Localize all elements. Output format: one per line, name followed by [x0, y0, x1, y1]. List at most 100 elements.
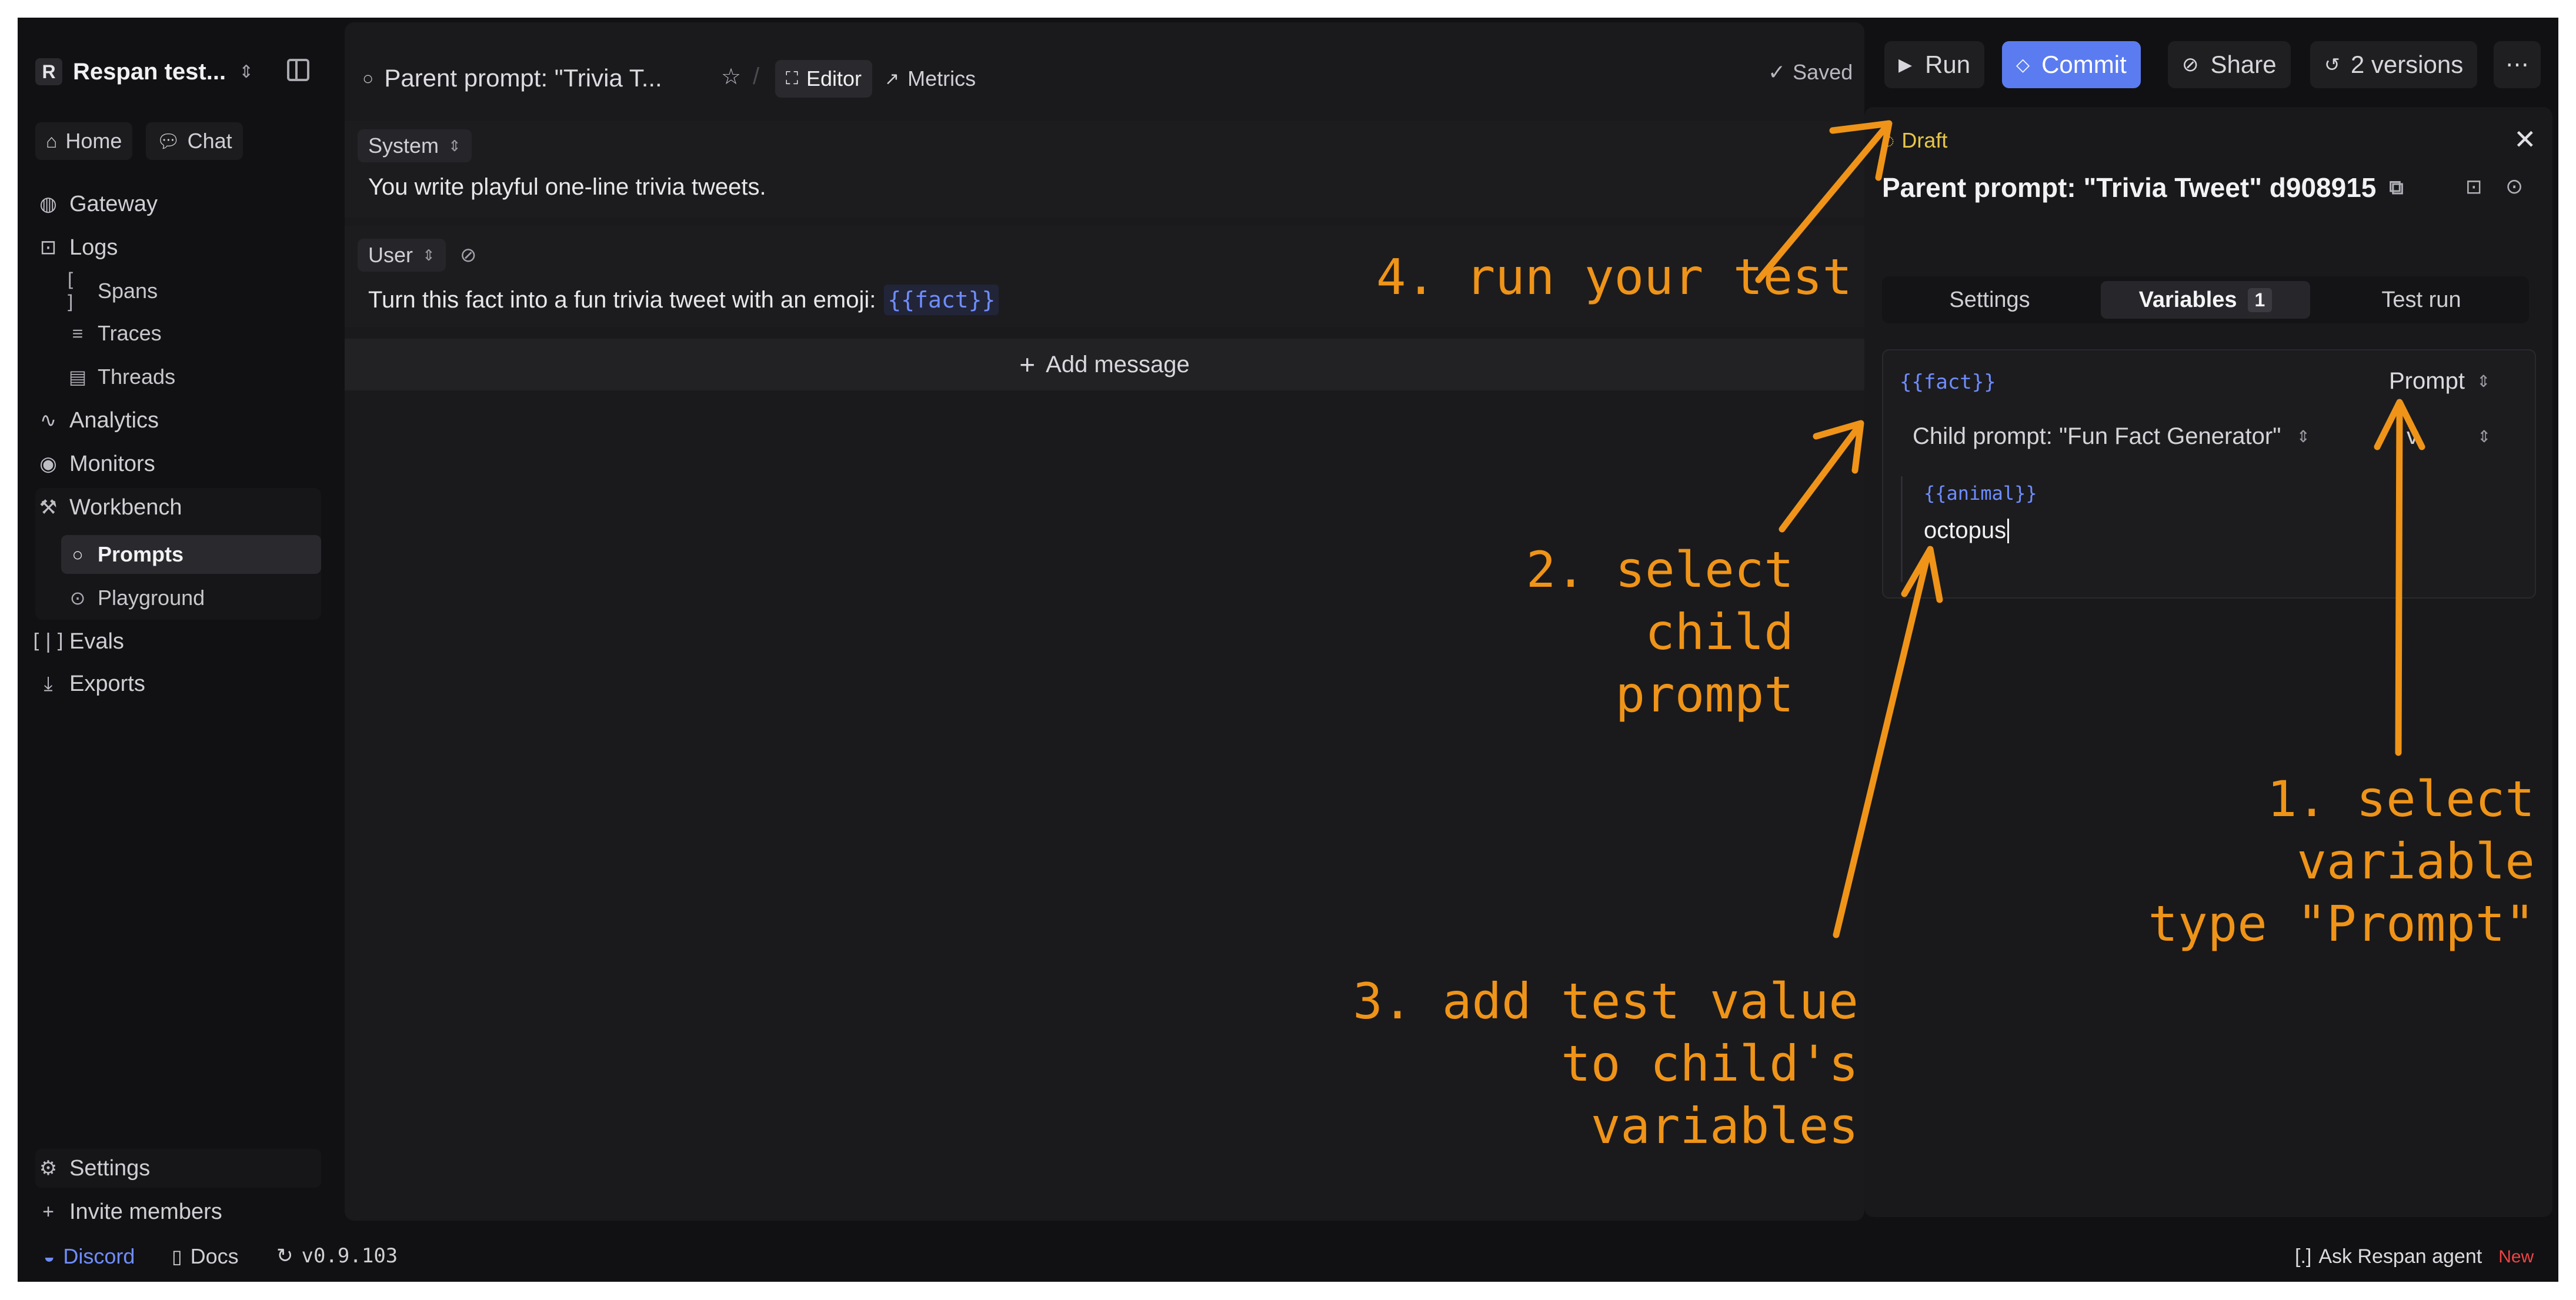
tools-icon: ⚒: [39, 496, 58, 519]
annotation-step2: 2. select child prompt: [1441, 539, 1794, 726]
child-variable-value: octopus: [1924, 517, 2007, 543]
tab-label: Variables: [2138, 287, 2237, 312]
user-message-text[interactable]: Turn this fact into a fun trivia tweet w…: [368, 285, 999, 315]
child-variable-input[interactable]: octopus: [1924, 517, 2010, 544]
share-button[interactable]: ⊘ Share: [2168, 41, 2291, 88]
sidebar-toggle-icon[interactable]: [287, 59, 309, 81]
user-text: Turn this fact into a fun trivia tweet w…: [368, 286, 876, 313]
app-window: R Respan test... ⇕ ⌂ Home 💬︎ Chat ◍ Gatew…: [18, 18, 2558, 1282]
star-icon[interactable]: ☆: [721, 64, 741, 90]
sidebar-item-label: Monitors: [69, 451, 155, 476]
tab-label: Editor: [806, 66, 862, 91]
check-icon: ✓: [1768, 60, 1786, 84]
copy-icon[interactable]: ⧉: [2389, 176, 2403, 199]
tab-label: Settings: [1949, 287, 2030, 312]
sidebar-item-workbench[interactable]: ⚒ Workbench: [35, 489, 182, 526]
sidebar-item-settings[interactable]: ⚙ Settings: [35, 1150, 151, 1187]
tab-label: Metrics: [907, 66, 976, 91]
plus-icon: +: [42, 1200, 54, 1223]
sidebar-item-traces[interactable]: ≡ Traces: [65, 315, 162, 352]
role-select-user[interactable]: User ⇕: [358, 239, 446, 272]
saved-status: ✓ Saved: [1768, 60, 1853, 85]
sidebar-item-label: Invite members: [69, 1199, 222, 1224]
play-icon: ▶: [1898, 55, 1913, 75]
tab-test-run[interactable]: Test run: [2318, 281, 2524, 319]
sidebar-item-evals[interactable]: [|] Evals: [30, 623, 124, 660]
annotation-step3: 3. add test value to child's variables: [1341, 970, 1858, 1157]
tab-settings[interactable]: Settings: [1887, 281, 2093, 319]
run-button[interactable]: ▶ Run: [1884, 41, 1985, 88]
home-icon: ⌂: [46, 130, 58, 152]
text-cursor: [2007, 518, 2010, 543]
lines-icon: ≡: [72, 322, 84, 344]
annotation-step4: 4. run your test: [1376, 248, 1853, 306]
annotation-line: 3. add test value: [1353, 973, 1858, 1030]
workspace-name: Respan test...: [73, 58, 226, 85]
panel-title-text: Parent prompt: "Trivia Tweet" d908915: [1882, 172, 2377, 203]
version-label: v: [2407, 423, 2418, 449]
paperclip-icon[interactable]: ⊘: [460, 243, 477, 267]
sidebar-item-spans[interactable]: [ ] Spans: [65, 269, 158, 313]
commit-button[interactable]: ◇ Commit: [2002, 41, 2141, 88]
count-badge: 1: [2247, 288, 2273, 312]
workspace-switcher[interactable]: R Respan test... ⇕: [35, 54, 253, 89]
play-circle-icon[interactable]: ⊙: [2505, 174, 2523, 199]
close-icon[interactable]: ✕: [2514, 123, 2537, 155]
play-circle-icon: ⊙: [69, 587, 86, 609]
sidebar-item-label: Playground: [98, 586, 205, 610]
more-icon: ⋯: [2505, 52, 2529, 78]
history-icon: ↺: [2324, 54, 2340, 75]
sidebar-item-monitors[interactable]: ◉ Monitors: [35, 446, 155, 482]
tab-editor[interactable]: ⛶ Editor: [775, 60, 873, 98]
role-label: System: [368, 133, 439, 158]
chat-icon: ○: [72, 543, 84, 565]
link-icon: ⊘: [2182, 54, 2199, 76]
child-prompt-select[interactable]: Child prompt: "Fun Fact Generator" ⇕: [1913, 420, 2310, 453]
sidebar-item-label: Settings: [69, 1155, 151, 1181]
variable-type-select[interactable]: Prompt ⇕: [2389, 365, 2490, 397]
sidebar-item-label: Logs: [69, 235, 118, 260]
ask-agent-button[interactable]: [.] Ask Respan agent New: [2295, 1245, 2534, 1268]
system-message: System ⇕ You write playful one-line triv…: [345, 121, 1864, 218]
terminal-icon[interactable]: ⊡: [2465, 175, 2482, 199]
sidebar-item-home[interactable]: ⌂ Home: [35, 122, 133, 160]
sidebar-item-gateway[interactable]: ◍ Gateway: [35, 186, 158, 222]
role-select-system[interactable]: System ⇕: [358, 129, 472, 162]
app-version[interactable]: ↻ v0.9.103: [276, 1244, 398, 1268]
more-menu-button[interactable]: ⋯: [2494, 41, 2541, 88]
sidebar-item-logs[interactable]: ⊡ Logs: [35, 229, 118, 266]
terminal-icon: ⊡: [39, 236, 57, 259]
annotation-line: to child's variables: [1561, 1035, 1858, 1155]
variable-type-label: Prompt: [2389, 367, 2465, 394]
sidebar-item-label: Chat: [187, 129, 232, 153]
sidebar-item-chat[interactable]: 💬︎ Chat: [146, 122, 243, 160]
radar-icon: ◉: [39, 453, 57, 475]
sidebar-item-playground[interactable]: ⊙ Playground: [65, 580, 205, 616]
sidebar-item-threads[interactable]: ▤ Threads: [65, 359, 175, 395]
share-label: Share: [2210, 51, 2277, 78]
sidebar-item-analytics[interactable]: ∿ Analytics: [35, 402, 159, 439]
versions-button[interactable]: ↺ 2 versions: [2310, 41, 2478, 88]
sidebar-item-label: Evals: [69, 629, 124, 654]
tab-variables[interactable]: Variables 1: [2101, 281, 2310, 319]
sidebar-item-prompts[interactable]: ○ Prompts: [65, 536, 183, 573]
sidebar-item-invite[interactable]: + Invite members: [35, 1194, 222, 1230]
discord-link[interactable]: ◒ Discord: [44, 1244, 135, 1269]
sidebar-item-label: Home: [65, 129, 122, 153]
prompt-breadcrumb[interactable]: ○ Parent prompt: "Trivia T...: [362, 58, 662, 99]
sidebar-item-exports[interactable]: ⤓ Exports: [35, 666, 145, 702]
status-bar: ◒ Discord ▯ Docs ↻ v0.9.103 [.] Ask Resp…: [18, 1235, 2558, 1282]
tab-metrics[interactable]: ↗ Metrics: [874, 60, 986, 98]
draft-panel: ◌ Draft ✕ Parent prompt: "Trivia Tweet" …: [1864, 107, 2552, 1217]
version-select[interactable]: v ⇕: [2407, 420, 2491, 453]
docs-link[interactable]: ▯ Docs: [172, 1244, 239, 1269]
chevron-updown-icon: ⇕: [239, 62, 254, 82]
annotation-step1: 1. select variable type "Prompt": [2088, 768, 2535, 955]
variable-name: {{fact}}: [1900, 370, 1996, 394]
sidebar-item-label: Prompts: [98, 542, 184, 566]
annotation-line: prompt: [1615, 666, 1794, 723]
add-message-label: Add message: [1046, 351, 1190, 377]
gear-icon: ⚙: [39, 1157, 58, 1179]
add-message-button[interactable]: + Add message: [345, 339, 1864, 390]
system-message-text[interactable]: You write playful one-line trivia tweets…: [368, 174, 766, 200]
